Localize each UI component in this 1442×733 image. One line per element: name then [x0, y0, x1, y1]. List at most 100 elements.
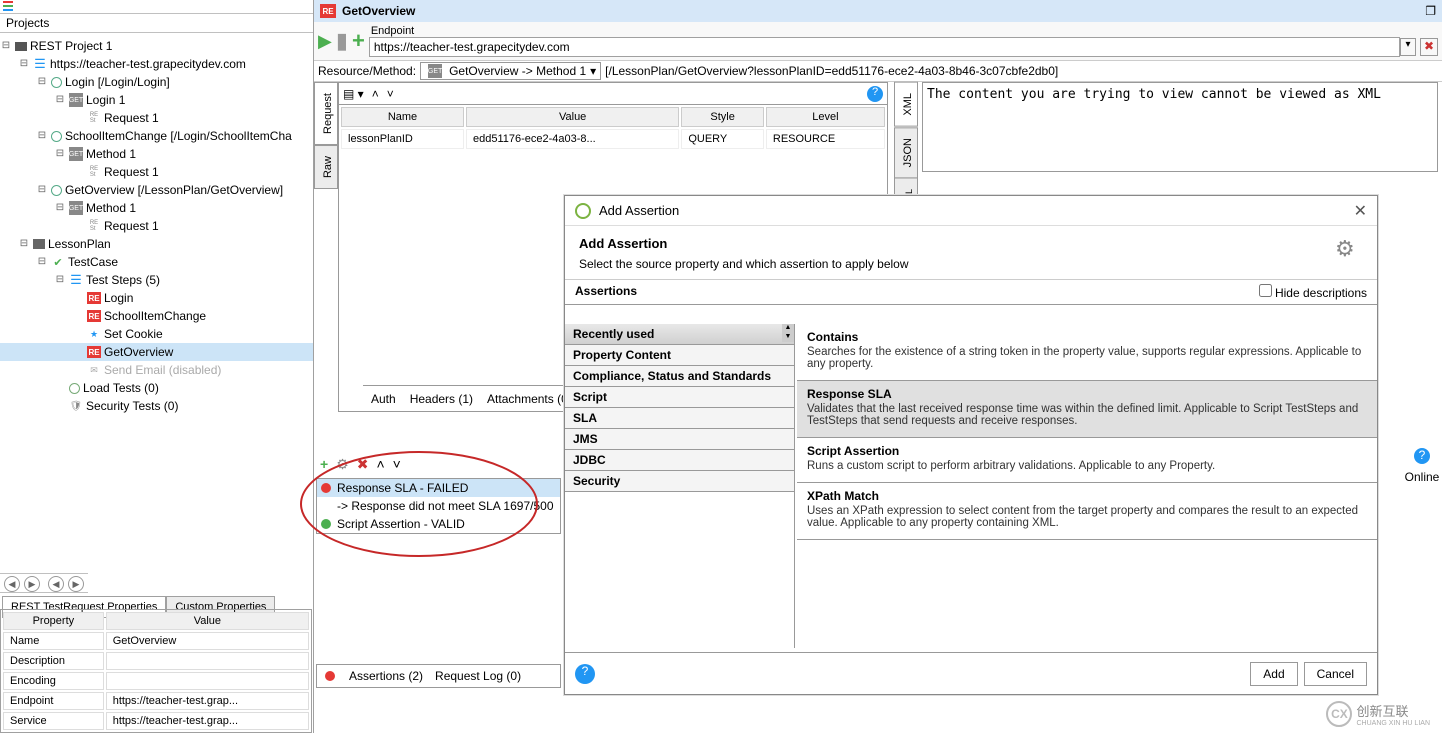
- tab-request-log[interactable]: Request Log (0): [435, 669, 521, 683]
- dialog-close-button[interactable]: ✕: [1354, 201, 1367, 221]
- tree-label: Login 1: [86, 93, 125, 107]
- tree-step-email[interactable]: Send Email (disabled): [0, 361, 313, 379]
- param-cell[interactable]: QUERY: [681, 129, 764, 149]
- nav-next2-button[interactable]: ▶: [68, 576, 84, 592]
- cat-property-content[interactable]: Property Content: [565, 345, 794, 366]
- prop-cell[interactable]: Encoding: [3, 672, 104, 690]
- tree-step-login[interactable]: RELogin: [0, 289, 313, 307]
- prop-cell[interactable]: Service: [3, 712, 104, 730]
- prop-cell[interactable]: https://teacher-test.grap...: [106, 712, 309, 730]
- move-up-button[interactable]: ˄: [376, 456, 384, 472]
- tree-login-resource[interactable]: ⊟Login [/Login/Login]: [0, 73, 313, 91]
- tab-xml[interactable]: XML: [894, 82, 918, 127]
- tree-label: TestCase: [68, 255, 118, 269]
- tree-testcase[interactable]: ⊟TestCase: [0, 253, 313, 271]
- assertion-item-script[interactable]: Script Assertion - VALID: [317, 515, 560, 533]
- nav-next-button[interactable]: ▶: [24, 576, 40, 592]
- assertion-category-list[interactable]: Recently used ▲▼ Property Content Compli…: [565, 324, 795, 648]
- dialog-cancel-button[interactable]: Cancel: [1304, 662, 1367, 686]
- prop-cell[interactable]: Endpoint: [3, 692, 104, 710]
- run-button[interactable]: ▶: [318, 31, 332, 52]
- prop-cell[interactable]: https://teacher-test.grap...: [106, 692, 309, 710]
- cat-sla[interactable]: SLA: [565, 408, 794, 429]
- configure-assertion-button[interactable]: ⚙: [336, 456, 349, 473]
- add-button[interactable]: +: [352, 28, 365, 54]
- params-table[interactable]: Name Value Style Level lessonPlanID edd5…: [339, 105, 887, 151]
- param-cell[interactable]: lessonPlanID: [341, 129, 464, 149]
- param-cell[interactable]: RESOURCE: [766, 129, 885, 149]
- tree-sectests[interactable]: Security Tests (0): [0, 397, 313, 415]
- endpoint-clear-button[interactable]: ✖: [1420, 38, 1438, 56]
- nav-prev-button[interactable]: ◀: [4, 576, 20, 592]
- type-contains[interactable]: Contains Searches for the existence of a…: [797, 324, 1377, 381]
- tree-overview-method[interactable]: ⊟GETMethod 1: [0, 199, 313, 217]
- tab-request[interactable]: Request: [314, 82, 338, 145]
- tab-auth[interactable]: Auth: [371, 392, 396, 406]
- help-icon[interactable]: ?: [1414, 448, 1430, 464]
- assertion-list[interactable]: Response SLA - FAILED -> Response did no…: [316, 478, 561, 534]
- prop-cell[interactable]: [106, 652, 309, 670]
- tree-school-request[interactable]: Request 1: [0, 163, 313, 181]
- gear-icon[interactable]: ⚙: [1335, 236, 1363, 264]
- project-tree[interactable]: ⊟REST Project 1 ⊟https://teacher-test.gr…: [0, 33, 313, 588]
- tab-assertions[interactable]: Assertions (2): [349, 669, 423, 683]
- tree-lessonplan-suite[interactable]: ⊟LessonPlan: [0, 235, 313, 253]
- cat-recently-used[interactable]: Recently used: [565, 324, 794, 345]
- endpoint-input[interactable]: [369, 37, 1400, 57]
- params-menu[interactable]: ▤ ▾: [343, 87, 364, 101]
- prop-cell[interactable]: Description: [3, 652, 104, 670]
- cat-security[interactable]: Security: [565, 471, 794, 492]
- menu-icon[interactable]: [3, 1, 15, 11]
- cat-compliance[interactable]: Compliance, Status and Standards: [565, 366, 794, 387]
- type-xpath-match[interactable]: XPath Match Uses an XPath expression to …: [797, 483, 1377, 540]
- assertion-item-sla[interactable]: Response SLA - FAILED: [317, 479, 560, 497]
- tree-step-cookie[interactable]: ★Set Cookie: [0, 325, 313, 343]
- scroll-buttons[interactable]: ▲▼: [782, 324, 794, 342]
- method-icon: GET: [69, 93, 83, 107]
- tree-project-root[interactable]: ⊟REST Project 1: [0, 37, 313, 55]
- tree-overview-request[interactable]: Request 1: [0, 217, 313, 235]
- tab-attachments[interactable]: Attachments (0): [487, 392, 572, 406]
- tree-endpoint[interactable]: ⊟https://teacher-test.grapecitydev.com: [0, 55, 313, 73]
- prop-cell[interactable]: Name: [3, 632, 104, 650]
- help-icon[interactable]: ?: [867, 86, 883, 102]
- tree-login-request[interactable]: Request 1: [0, 109, 313, 127]
- tree-step-getoverview[interactable]: REGetOverview: [0, 343, 313, 361]
- type-script-assertion[interactable]: Script Assertion Runs a custom script to…: [797, 438, 1377, 483]
- tab-raw[interactable]: Raw: [314, 145, 338, 189]
- cat-script[interactable]: Script: [565, 387, 794, 408]
- param-cell[interactable]: edd51176-ece2-4a03-8...: [466, 129, 679, 149]
- prop-cell[interactable]: GetOverview: [106, 632, 309, 650]
- add-step-button[interactable]: ▮: [336, 28, 348, 54]
- assertion-label: Script Assertion - VALID: [337, 517, 465, 531]
- cat-jdbc[interactable]: JDBC: [565, 450, 794, 471]
- assertion-type-list[interactable]: Contains Searches for the existence of a…: [797, 324, 1377, 648]
- params-nav-up[interactable]: ˄: [372, 87, 379, 101]
- properties-table[interactable]: PropertyValue NameGetOverview Descriptio…: [0, 609, 312, 733]
- type-response-sla[interactable]: Response SLA Validates that the last rec…: [797, 381, 1377, 438]
- dialog-add-button[interactable]: Add: [1250, 662, 1297, 686]
- response-xml-view[interactable]: The content you are trying to view canno…: [922, 82, 1438, 172]
- endpoint-dropdown-button[interactable]: ▾: [1400, 38, 1416, 56]
- nav-prev2-button[interactable]: ◀: [48, 576, 64, 592]
- tree-school-method[interactable]: ⊟GETMethod 1: [0, 145, 313, 163]
- param-header-name: Name: [341, 107, 464, 127]
- add-assertion-button[interactable]: +: [320, 456, 328, 472]
- remove-assertion-button[interactable]: ✖: [357, 456, 369, 473]
- tree-overview-resource[interactable]: ⊟GetOverview [/LessonPlan/GetOverview]: [0, 181, 313, 199]
- help-icon[interactable]: ?: [575, 664, 595, 684]
- tree-step-school[interactable]: RESchoolItemChange: [0, 307, 313, 325]
- hide-descriptions-checkbox[interactable]: Hide descriptions: [1259, 284, 1367, 300]
- maximize-button[interactable]: ❐: [1425, 4, 1436, 18]
- resource-method-select[interactable]: GETGetOverview -> Method 1 ▾: [420, 62, 601, 80]
- tree-login-method[interactable]: ⊟GETLogin 1: [0, 91, 313, 109]
- prop-cell[interactable]: [106, 672, 309, 690]
- move-down-button[interactable]: ˅: [393, 456, 401, 472]
- tree-teststeps[interactable]: ⊟Test Steps (5): [0, 271, 313, 289]
- tab-json[interactable]: JSON: [894, 127, 918, 178]
- params-nav-down[interactable]: ˅: [387, 87, 394, 101]
- tree-loadtests[interactable]: Load Tests (0): [0, 379, 313, 397]
- tree-school-resource[interactable]: ⊟SchoolItemChange [/Login/SchoolItemCha: [0, 127, 313, 145]
- cat-jms[interactable]: JMS: [565, 429, 794, 450]
- tab-headers[interactable]: Headers (1): [410, 392, 473, 406]
